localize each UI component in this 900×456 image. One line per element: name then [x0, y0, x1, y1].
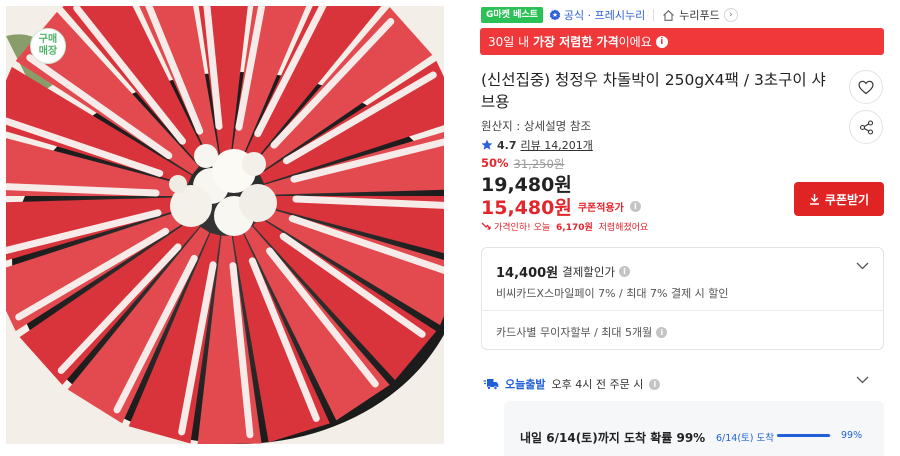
gmarket-best-badge[interactable]: G마켓 베스트 — [481, 7, 543, 23]
arrival-date-label: 6/14(토) 도착 — [716, 433, 774, 444]
chevron-down-icon[interactable] — [856, 262, 869, 270]
banner-prefix: 30일 내 — [488, 35, 533, 49]
banner-highlight: 가장 저렴한 가격 — [532, 35, 619, 49]
official-store-label: 공식 · 프레시누리 — [563, 9, 646, 22]
delivery-row: 오늘출발 오후 4시 전 주문 시 i — [483, 376, 661, 392]
divider — [653, 9, 655, 21]
payment-discount-header: 14,400원 결제할인가 i — [496, 262, 631, 281]
official-store-badge[interactable]: 공식 · 프레시누리 — [549, 7, 645, 23]
verified-icon — [549, 9, 561, 21]
arrival-estimate-text: 내일 6/14(토)까지 도착 확률 99% — [520, 431, 706, 445]
home-icon — [663, 9, 675, 21]
tags-row: G마켓 베스트 공식 · 프레시누리 누리푸드 › — [481, 7, 738, 23]
arrival-probability-fill — [777, 434, 831, 437]
beef-platter-illustration — [6, 6, 444, 444]
origin-info: 원산지 : 상세설명 참조 — [481, 119, 592, 133]
info-icon[interactable]: i — [629, 201, 641, 212]
divider — [482, 310, 883, 311]
info-icon[interactable]: i — [656, 326, 668, 338]
payment-discount-detail: 비씨카드X스마일페이 7% / 최대 7% 결제 시 할인 — [496, 287, 729, 300]
purchase-store-badge-label: 구매 매장 — [38, 34, 58, 57]
share-icon — [859, 119, 873, 135]
today-departure-label: 오늘출발 — [505, 378, 546, 391]
coupon-price-label: 쿠폰적용가 — [577, 203, 624, 214]
get-coupon-label: 쿠폰받기 — [824, 192, 870, 207]
truck-icon — [483, 379, 499, 390]
review-link[interactable]: 리뷰 14,201개 — [521, 137, 593, 153]
price-drop-prefix: 가격인하! 오늘 — [494, 223, 554, 233]
share-button[interactable] — [849, 110, 883, 144]
payment-discount-price: 14,400원 — [496, 266, 559, 281]
store-link[interactable]: 누리푸드 › — [662, 7, 738, 23]
coupon-price-row: 15,480원 쿠폰적용가 i — [481, 193, 641, 220]
info-icon[interactable]: i — [649, 378, 661, 390]
purchase-store-badge: 구매 매장 — [30, 28, 66, 64]
download-icon — [809, 194, 819, 205]
rating-row: 4.7 리뷰 14,201개 — [481, 137, 593, 153]
installment-label: 카드사별 무이자할부 / 최대 5개월 — [496, 326, 653, 339]
lowest-price-banner[interactable]: 30일 내 가장 저렴한 가격 이에요 i — [480, 28, 884, 55]
info-icon[interactable]: i — [655, 35, 668, 48]
payment-discount-label: 결제할인가 — [562, 264, 616, 279]
price-down-icon — [481, 222, 491, 230]
star-icon — [481, 139, 493, 150]
rating-score: 4.7 — [497, 138, 517, 152]
arrival-estimate-box: 내일 6/14(토)까지 도착 확률 99% 6/14(토) 도착 99% — [504, 401, 884, 456]
get-coupon-button[interactable]: 쿠폰받기 — [794, 182, 884, 216]
product-title: (신선집중) 청정우 차돌박이 250gX4팩 / 3초구이 샤브용 — [481, 71, 826, 111]
info-icon[interactable]: i — [619, 266, 631, 277]
price-drop-notice: 가격인하! 오늘 6,170원 저렴해졌어요 — [481, 220, 648, 233]
installment-info: 카드사별 무이자할부 / 최대 5개월 i — [496, 324, 668, 340]
banner-suffix: 이에요 — [618, 35, 652, 49]
arrival-probability-bar — [777, 434, 831, 437]
price-drop-amount: 6,170원 — [556, 223, 593, 233]
heart-icon — [858, 80, 874, 94]
store-name: 누리푸드 — [679, 9, 720, 22]
coupon-price: 15,480원 — [481, 197, 572, 219]
chevron-right-icon: › — [723, 8, 738, 22]
payment-discount-box[interactable]: 14,400원 결제할인가 i 비씨카드X스마일페이 7% / 최대 7% 결제… — [481, 247, 884, 350]
arrival-probability-label: 99% — [841, 430, 863, 441]
chevron-down-icon[interactable] — [856, 376, 869, 384]
product-image[interactable]: 구매 매장 — [6, 6, 444, 444]
delivery-cutoff: 오후 4시 전 주문 시 — [551, 378, 644, 391]
price-drop-suffix: 저렴해졌어요 — [595, 223, 649, 233]
wishlist-button[interactable] — [849, 70, 883, 104]
